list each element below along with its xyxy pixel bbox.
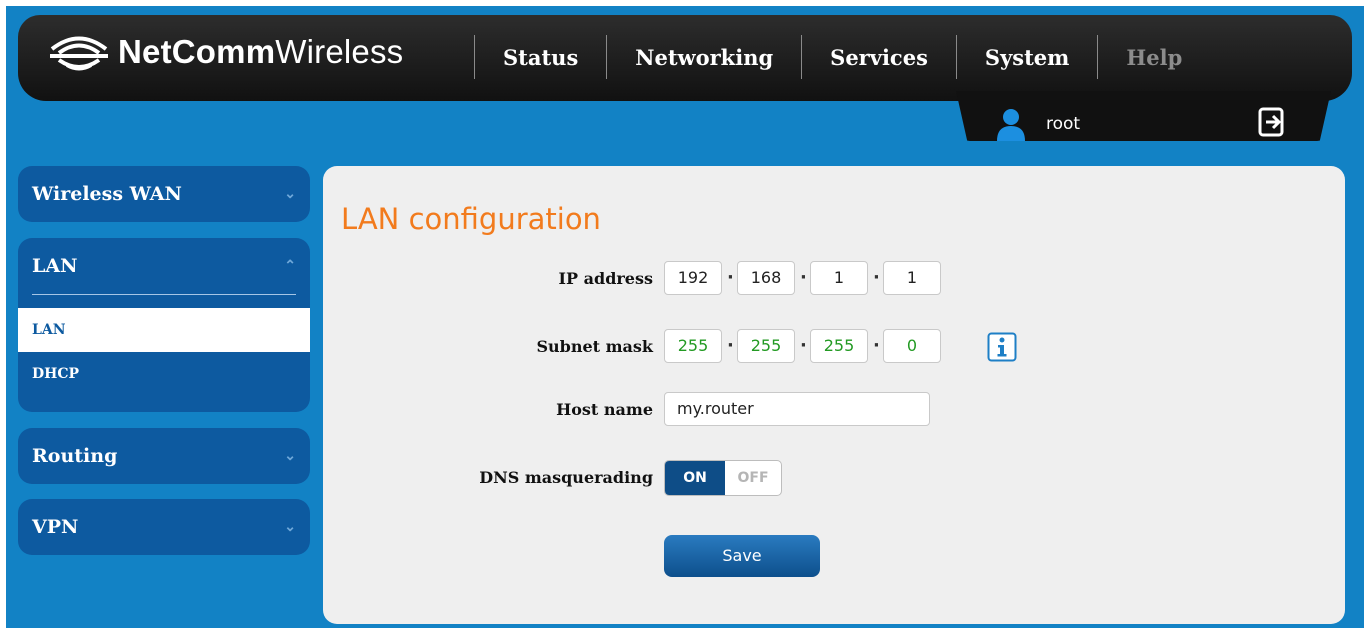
save-button[interactable]: Save [664,535,820,577]
chevron-down-icon: ⌄ [284,186,296,202]
user-name: root [1046,114,1081,134]
chevron-up-icon: ⌃ [284,258,296,274]
separator-dot: · [873,267,880,288]
separator-dot: · [800,335,807,356]
separator-dot: · [800,267,807,288]
chevron-down-icon: ⌄ [284,448,296,464]
user-icon [997,109,1025,141]
brand-name: NetCommWireless [118,33,404,70]
separator-dot: · [727,335,734,356]
brand-logo[interactable]: NetCommWireless [48,32,403,72]
info-icon[interactable] [987,332,1017,362]
sidebar-section-lan: LAN ⌃ LAN DHCP [18,238,310,412]
subnet-octet-1[interactable]: 255 [664,329,722,363]
ip-octet-2[interactable]: 168 [737,261,795,295]
subnet-octet-3[interactable]: 255 [810,329,868,363]
sidebar-section-wireless-wan[interactable]: Wireless WAN ⌄ [18,166,310,222]
sidebar-section-lan-header[interactable]: LAN ⌃ [18,238,310,294]
main-panel: LAN configuration IP address 192 · 168 ·… [323,166,1345,624]
sidebar-section-label: Routing [32,445,118,467]
ip-octet-4[interactable]: 1 [883,261,941,295]
dns-masquerading-toggle[interactable]: ON OFF [664,460,782,496]
nav-services[interactable]: Services [802,45,956,70]
nav-networking[interactable]: Networking [607,45,801,70]
toggle-on-option[interactable]: ON [665,461,725,495]
sidebar-section-label: VPN [32,516,79,538]
subnet-mask-label: Subnet mask [536,337,653,356]
toggle-off-option[interactable]: OFF [725,461,781,495]
host-name-input[interactable]: my.router [664,392,930,426]
separator-dot: · [727,267,734,288]
ip-octet-1[interactable]: 192 [664,261,722,295]
sidebar-section-label: Wireless WAN [32,183,182,205]
subnet-octet-2[interactable]: 255 [737,329,795,363]
host-name-label: Host name [556,400,653,419]
ip-address-label: IP address [558,269,653,288]
nav-status[interactable]: Status [475,45,606,70]
separator-dot: · [873,335,880,356]
sidebar-section-vpn[interactable]: VPN ⌄ [18,499,310,555]
wifi-logo-icon [50,36,108,71]
subnet-octet-4[interactable]: 0 [883,329,941,363]
main-nav: Status Networking Services System Help [474,34,1210,80]
sidebar-section-routing[interactable]: Routing ⌄ [18,428,310,484]
sidebar-section-label: LAN [32,255,78,277]
chevron-down-icon: ⌄ [284,519,296,535]
nav-help[interactable]: Help [1098,45,1210,70]
sidebar-item-dhcp[interactable]: DHCP [18,352,310,396]
dns-masquerading-label: DNS masquerading [479,468,653,487]
logout-icon[interactable] [1258,107,1286,137]
ip-octet-3[interactable]: 1 [810,261,868,295]
nav-system[interactable]: System [957,45,1097,70]
page-title: LAN configuration [341,202,601,236]
sidebar-item-lan[interactable]: LAN [18,308,310,352]
app-frame: NetCommWireless Status Networking Servic… [6,6,1364,628]
